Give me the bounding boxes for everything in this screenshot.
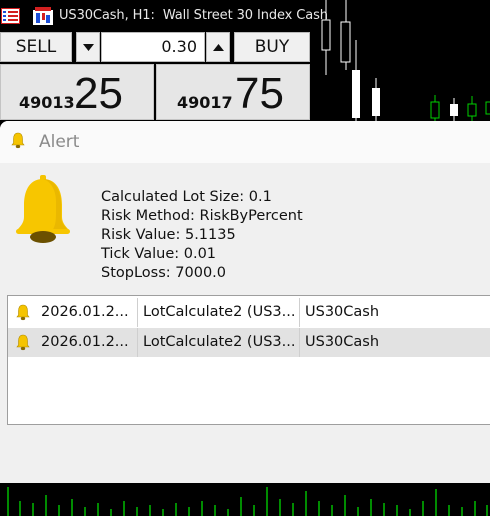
lot-increase-button[interactable] (206, 32, 230, 62)
message-line-risk-method: Risk Method: RiskByPercent (101, 208, 303, 224)
bell-icon (11, 132, 25, 149)
ask-price-box[interactable]: 49017 75 (156, 64, 310, 120)
alert-message: Calculated Lot Size: 0.1 Risk Method: Ri… (101, 188, 303, 283)
ask-price-pips: 75 (235, 69, 284, 118)
message-line-stoploss: StopLoss: 7000.0 (101, 265, 226, 281)
alert-dialog: Alert Calculated Lot Size: 0.1 Risk Meth… (0, 121, 490, 483)
volume-histogram (7, 487, 488, 516)
triangle-up-icon (212, 43, 224, 51)
alert-history-list[interactable]: 2026.01.2... LotCalculate2 (US3... US30C… (7, 295, 490, 425)
row-time: 2026.01.2... (41, 304, 129, 320)
lot-decrease-button[interactable] (76, 32, 100, 62)
message-line-tick-value: Tick Value: 0.01 (101, 246, 217, 262)
sell-button[interactable]: SELL (0, 32, 72, 62)
alert-titlebar[interactable]: Alert (0, 121, 490, 163)
one-click-trading-panel: SELL 0.30 BUY 49013 25 49017 75 (0, 32, 310, 120)
list-item[interactable]: 2026.01.2... LotCalculate2 (US3... US30C… (8, 298, 490, 327)
row-expert-name: LotCalculate2 (US3... (143, 334, 296, 350)
bid-price-pips: 25 (74, 69, 123, 118)
chart-list-icon[interactable] (1, 8, 20, 24)
bid-price-prefix: 49013 (19, 93, 75, 112)
row-expert-name: LotCalculate2 (US3... (143, 304, 296, 320)
bid-price-box[interactable]: 49013 25 (0, 64, 154, 120)
list-item[interactable]: 2026.01.2... LotCalculate2 (US3... US30C… (8, 328, 490, 357)
bell-icon (16, 304, 30, 321)
ask-price-prefix: 49017 (177, 93, 233, 112)
price-chart (321, 0, 490, 125)
expert-advisor-icon[interactable] (33, 7, 53, 25)
buy-button[interactable]: BUY (234, 32, 310, 62)
chart-title: US30Cash, H1: Wall Street 30 Index Cash (59, 8, 328, 23)
alert-body: Calculated Lot Size: 0.1 Risk Method: Ri… (0, 163, 490, 483)
message-line-lot-size: Calculated Lot Size: 0.1 (101, 189, 272, 205)
bell-icon (16, 175, 70, 243)
row-time: 2026.01.2... (41, 334, 129, 350)
message-line-risk-value: Risk Value: 5.1135 (101, 227, 236, 243)
row-symbol: US30Cash (305, 304, 380, 320)
lot-size-input[interactable]: 0.30 (101, 32, 205, 62)
triangle-down-icon (82, 43, 94, 51)
row-symbol: US30Cash (305, 334, 380, 350)
alert-title: Alert (39, 132, 80, 152)
bell-icon (16, 334, 30, 351)
